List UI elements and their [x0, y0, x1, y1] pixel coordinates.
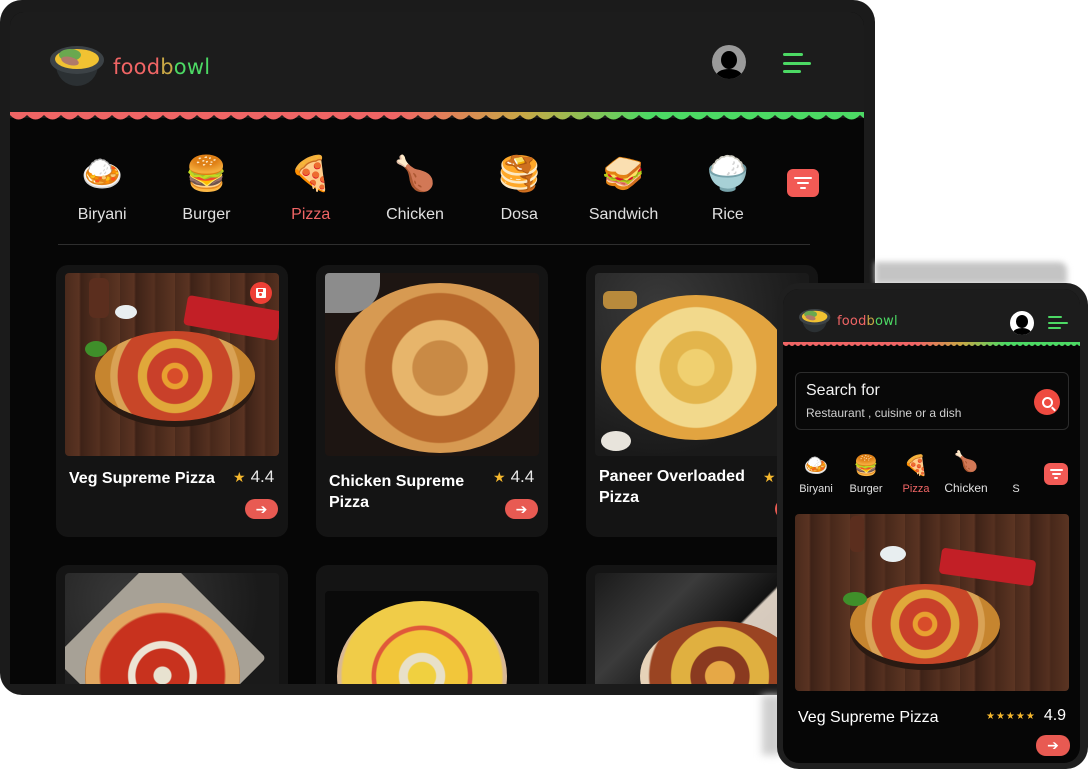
phone-shadow: [875, 262, 1067, 284]
star-icon: ★: [763, 468, 776, 485]
food-rating: ★4.4: [493, 467, 535, 486]
food-title: Veg Supreme Pizza: [798, 709, 939, 726]
category-label: Biryani: [799, 483, 833, 495]
filter-button[interactable]: [1044, 463, 1068, 485]
category-label: Biryani: [77, 206, 127, 223]
category-item-chicken[interactable]: 🍗 Chicken: [941, 449, 991, 495]
user-avatar-icon[interactable]: [712, 45, 746, 79]
sandwich-icon: 🥪: [602, 154, 645, 194]
category-item-dosa[interactable]: 🥞 Dosa: [467, 144, 571, 224]
pizza-icon: 🍕: [289, 154, 332, 194]
search-box: Search for: [795, 372, 1069, 430]
scallop-divider: [10, 112, 864, 122]
food-image: [325, 591, 539, 684]
burger-icon: 🍔: [853, 453, 879, 477]
category-item-burger[interactable]: 🍔 Burger: [841, 451, 891, 495]
brand-name: foodbowl: [113, 55, 211, 79]
food-image: [65, 573, 279, 684]
category-bar: 🍛 Biryani 🍔 Burger 🍕 Pizza 🍗 Chicken 🥞 Dosa 🥪 Sandw…: [50, 144, 780, 224]
category-item-chicken[interactable]: 🍗 Chicken: [363, 144, 467, 224]
tablet-header: foodbowl: [10, 12, 864, 122]
user-avatar-icon[interactable]: [1010, 311, 1034, 335]
food-title: Chicken Supreme Pizza: [329, 473, 465, 511]
food-card[interactable]: [56, 565, 288, 684]
brand-name: foodbowl: [837, 313, 898, 329]
brand-logo[interactable]: foodbowl: [799, 309, 898, 333]
food-card[interactable]: Veg Supreme Pizza ★ 4.4 ➔: [56, 265, 288, 537]
star-icon: ★: [233, 468, 246, 485]
category-item-sandwich[interactable]: 🥪 Sandwich: [571, 144, 675, 224]
star-rating-icon: ★★★★★: [986, 710, 1036, 722]
category-label: Pizza: [291, 206, 331, 223]
category-item-burger[interactable]: 🍔 Burger: [154, 144, 258, 224]
biryani-icon: 🍛: [80, 154, 124, 194]
category-label: Burger: [182, 206, 231, 223]
food-bowl-icon: [799, 309, 831, 333]
save-icon[interactable]: [250, 282, 272, 304]
category-label: Sandwich: [588, 206, 659, 223]
food-card[interactable]: [316, 565, 548, 684]
category-item-pizza[interactable]: 🍕 Pizza: [891, 451, 941, 495]
dosa-icon: 🥞: [498, 154, 541, 194]
search-icon: [1041, 396, 1053, 408]
category-item-pizza[interactable]: 🍕 Pizza: [259, 144, 363, 224]
category-label: Chicken: [944, 481, 988, 495]
pizza-icon: 🍕: [903, 453, 929, 477]
category-item-biryani[interactable]: 🍛 Biryani: [50, 144, 154, 224]
food-card[interactable]: Chicken Supreme Pizza ★ 4.4 ➔: [316, 265, 548, 537]
arrow-right-icon[interactable]: ➔: [245, 499, 278, 519]
search-button[interactable]: [1034, 389, 1060, 415]
hamburger-menu-icon[interactable]: [1048, 316, 1068, 329]
phone-device: foodbowl Search for 🍛Biryan: [777, 283, 1088, 769]
burger-icon: 🍔: [185, 154, 228, 194]
category-divider: [58, 244, 810, 245]
arrow-right-icon[interactable]: ➔: [1036, 735, 1070, 756]
search-title: Search for: [806, 382, 880, 399]
tablet-device: foodbowl 🍛 Biryani 🍔 Burger 🍕 Pizza 🍗 Chicken 🥞 D…: [0, 0, 875, 695]
phone-screen: foodbowl Search for 🍛Biryan: [783, 289, 1080, 763]
food-image: [65, 273, 279, 456]
food-image: [325, 273, 539, 456]
category-label: Pizza: [902, 483, 930, 495]
brand-logo[interactable]: foodbowl: [50, 46, 210, 88]
category-label: Dosa: [500, 206, 538, 223]
food-image[interactable]: [795, 514, 1069, 691]
filter-button[interactable]: [787, 169, 819, 197]
device-mockup: foodbowl 🍛 Biryani 🍔 Burger 🍕 Pizza 🍗 Chicken 🥞 D…: [0, 0, 1088, 769]
category-label: Chicken: [386, 206, 444, 223]
arrow-right-icon[interactable]: ➔: [505, 499, 538, 519]
food-bowl-icon: [50, 46, 104, 88]
biryani-icon: 🍛: [803, 453, 829, 477]
hamburger-menu-icon[interactable]: [783, 53, 811, 73]
food-rating: ★★★★★ 4.9: [986, 707, 1067, 724]
phone-header: foodbowl: [783, 289, 1080, 348]
scallop-divider: [783, 342, 1080, 348]
star-icon: ★: [493, 468, 506, 485]
search-input[interactable]: [806, 406, 1021, 420]
category-bar: 🍛 Biryani 🍔 Burger 🍕 Pizza 🍗 Chicken S: [791, 449, 1041, 495]
category-label: Burger: [849, 483, 883, 495]
food-title: Paneer Overloaded Pizza: [599, 468, 745, 506]
chicken-icon: 🍗: [953, 449, 979, 473]
chicken-icon: 🍗: [393, 154, 437, 194]
tablet-screen: foodbowl 🍛 Biryani 🍔 Burger 🍕 Pizza 🍗 Chicken 🥞 D…: [10, 12, 864, 684]
food-rating: ★4.4: [233, 467, 275, 486]
food-title: Veg Supreme Pizza: [69, 470, 215, 487]
category-item-biryani[interactable]: 🍛 Biryani: [791, 451, 841, 495]
